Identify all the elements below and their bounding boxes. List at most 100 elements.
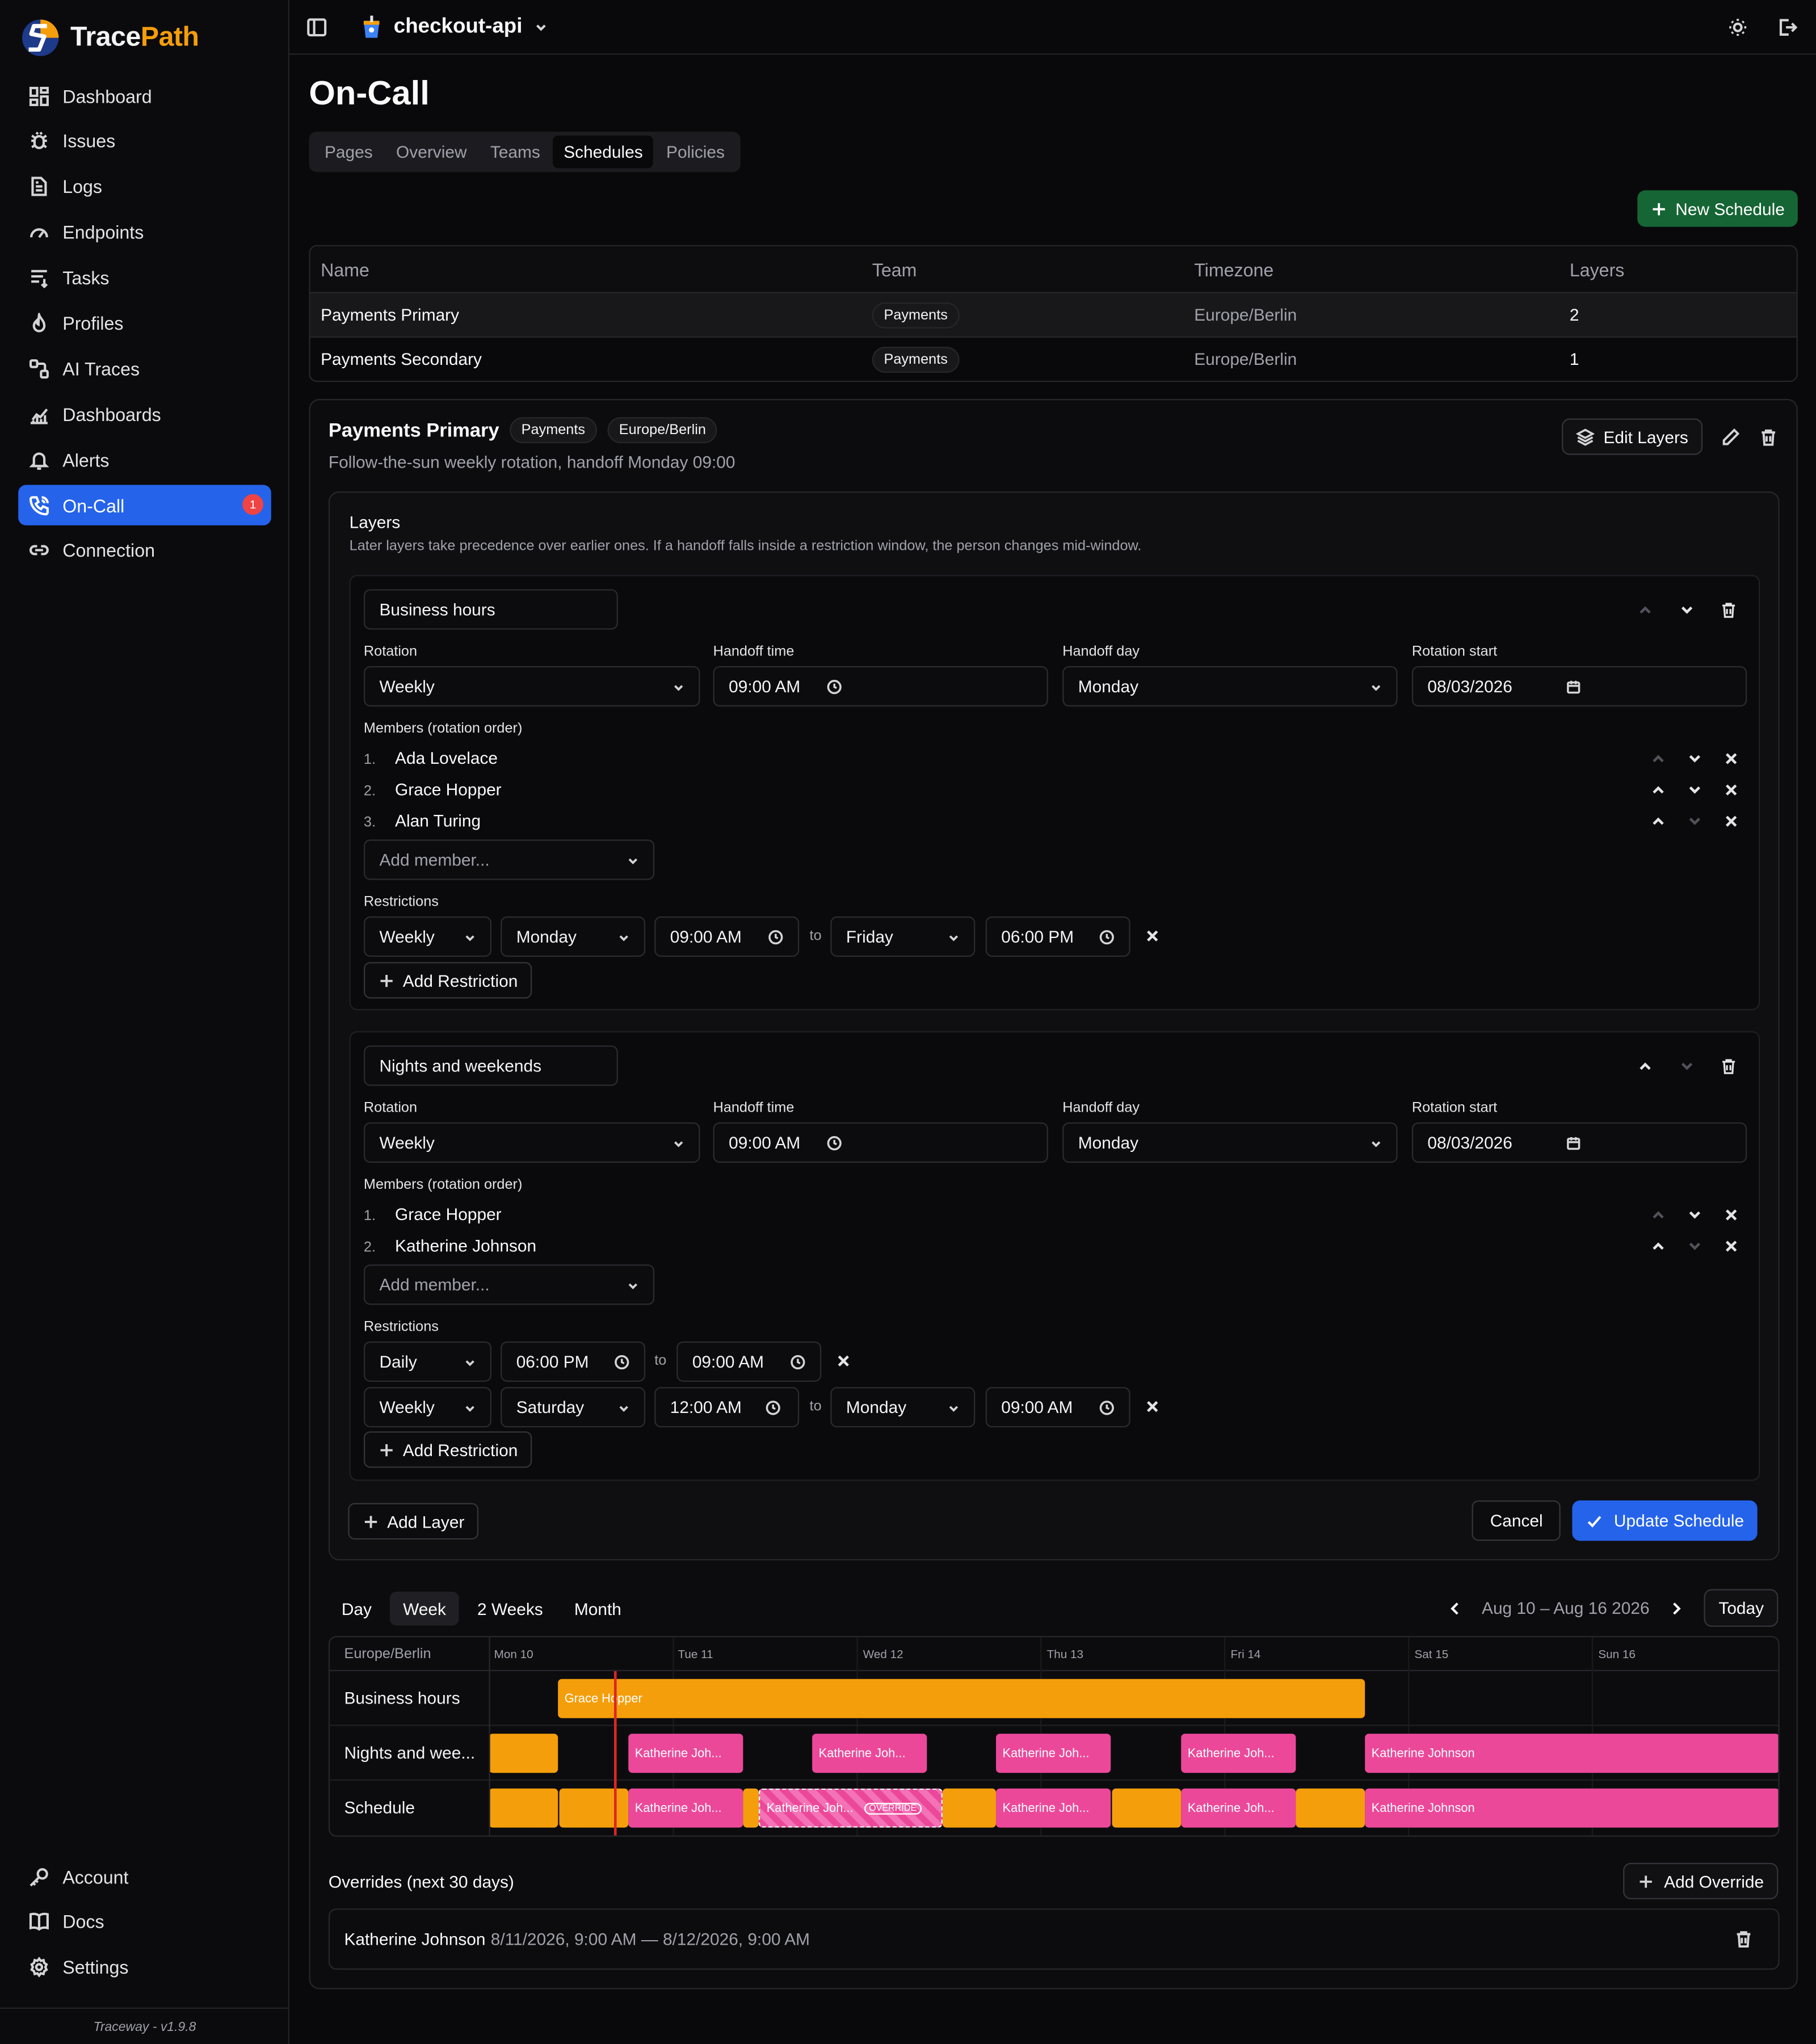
- add-override-button[interactable]: Add Override: [1623, 1862, 1779, 1900]
- rotation-start-input[interactable]: 08/03/2026: [1411, 666, 1747, 707]
- restriction-start-time-input[interactable]: 09:00 AM: [654, 916, 800, 957]
- rotation-select[interactable]: Weekly: [363, 1122, 700, 1163]
- sidebar-item-issues[interactable]: Issues: [18, 121, 271, 161]
- sidebar-item-connection[interactable]: Connection: [18, 531, 271, 571]
- sidebar-item-dashboard[interactable]: Dashboard: [18, 75, 271, 116]
- move-member-up-icon[interactable]: [1649, 781, 1667, 799]
- move-layer-down-icon[interactable]: [1678, 1057, 1696, 1075]
- view-2-weeks[interactable]: 2 Weeks: [464, 1592, 556, 1626]
- move-member-down-icon[interactable]: [1685, 1237, 1704, 1255]
- restriction-start-day-select[interactable]: Saturday: [501, 1387, 646, 1428]
- rotation-start-input[interactable]: 08/03/2026: [1411, 1122, 1747, 1163]
- tab-policies[interactable]: Policies: [656, 136, 735, 168]
- trash-icon[interactable]: [1759, 427, 1778, 446]
- move-member-down-icon[interactable]: [1685, 750, 1704, 768]
- handoff-time-input[interactable]: 09:00 AM: [713, 1122, 1048, 1163]
- shift-bar[interactable]: Katherine Joh...: [1181, 1734, 1296, 1773]
- sidebar-item-on-call[interactable]: On-Call 1: [18, 485, 271, 525]
- sidebar-toggle-icon[interactable]: [306, 16, 327, 37]
- restriction-frequency-select[interactable]: Weekly: [363, 916, 492, 957]
- chevron-right-icon[interactable]: [1668, 1599, 1686, 1617]
- sidebar-item-endpoints[interactable]: Endpoints: [18, 212, 271, 253]
- move-member-down-icon[interactable]: [1685, 1206, 1704, 1224]
- table-row[interactable]: Payments Primary Payments Europe/Berlin …: [310, 292, 1797, 337]
- move-layer-up-icon[interactable]: [1636, 601, 1654, 619]
- sidebar-item-docs[interactable]: Docs: [18, 1902, 271, 1942]
- view-week[interactable]: Week: [390, 1591, 459, 1626]
- remove-member-icon[interactable]: [1722, 781, 1741, 799]
- cancel-button[interactable]: Cancel: [1472, 1500, 1561, 1541]
- move-layer-up-icon[interactable]: [1636, 1057, 1654, 1075]
- remove-restriction-icon[interactable]: [1144, 1398, 1162, 1416]
- shift-bar[interactable]: [1296, 1788, 1365, 1828]
- remove-restriction-icon[interactable]: [834, 1352, 852, 1370]
- shift-bar[interactable]: Katherine Joh...: [628, 1788, 743, 1828]
- shift-bar[interactable]: Katherine Johnson: [1365, 1734, 1779, 1773]
- restriction-start-time-input[interactable]: 12:00 AM: [654, 1387, 800, 1428]
- override-bar[interactable]: Katherine Joh... OVERRIDE: [758, 1788, 943, 1828]
- shift-bar[interactable]: [1112, 1788, 1182, 1828]
- edit-layers-button[interactable]: Edit Layers: [1561, 418, 1703, 455]
- handoff-time-input[interactable]: 09:00 AM: [713, 666, 1048, 707]
- sidebar-item-account[interactable]: Account: [18, 1856, 271, 1896]
- logout-icon[interactable]: [1777, 17, 1798, 38]
- rotation-select[interactable]: Weekly: [363, 666, 700, 707]
- handoff-day-select[interactable]: Monday: [1062, 1122, 1398, 1163]
- sidebar-item-dashboards[interactable]: Dashboards: [18, 394, 271, 434]
- move-member-down-icon[interactable]: [1685, 812, 1704, 830]
- add-member-select[interactable]: Add member...: [363, 1264, 655, 1305]
- update-schedule-button[interactable]: Update Schedule: [1572, 1500, 1758, 1541]
- move-member-down-icon[interactable]: [1685, 781, 1704, 799]
- tab-schedules[interactable]: Schedules: [553, 135, 654, 169]
- restriction-frequency-select[interactable]: Weekly: [363, 1387, 492, 1428]
- remove-member-icon[interactable]: [1722, 812, 1741, 830]
- add-restriction-button[interactable]: Add Restriction: [363, 962, 532, 999]
- shift-bar[interactable]: [743, 1788, 759, 1828]
- remove-restriction-icon[interactable]: [1144, 927, 1162, 945]
- shift-bar[interactable]: Katherine Joh...: [996, 1788, 1111, 1828]
- shift-bar[interactable]: Katherine Joh...: [1181, 1788, 1296, 1828]
- shift-bar[interactable]: Grace Hopper: [558, 1679, 1365, 1718]
- move-member-up-icon[interactable]: [1649, 1206, 1667, 1224]
- restriction-start-day-select[interactable]: Monday: [501, 916, 646, 957]
- tab-pages[interactable]: Pages: [314, 136, 383, 168]
- move-member-up-icon[interactable]: [1649, 750, 1667, 768]
- shift-bar[interactable]: Katherine Joh...: [812, 1734, 927, 1773]
- shift-bar[interactable]: [489, 1788, 558, 1828]
- restriction-start-time-input[interactable]: 06:00 PM: [501, 1341, 646, 1382]
- remove-member-icon[interactable]: [1722, 1206, 1741, 1224]
- shift-bar[interactable]: Katherine Johnson: [1365, 1788, 1779, 1828]
- add-layer-button[interactable]: Add Layer: [348, 1503, 479, 1540]
- restriction-end-day-select[interactable]: Monday: [830, 1387, 976, 1428]
- sidebar-item-alerts[interactable]: Alerts: [18, 439, 271, 480]
- tab-teams[interactable]: Teams: [480, 136, 551, 168]
- new-schedule-button[interactable]: New Schedule: [1637, 190, 1798, 227]
- restriction-end-time-input[interactable]: 06:00 PM: [985, 916, 1130, 957]
- tab-overview[interactable]: Overview: [386, 136, 477, 168]
- shift-bar[interactable]: Katherine Joh...: [996, 1734, 1111, 1773]
- delete-layer-icon[interactable]: [1720, 1057, 1738, 1075]
- restriction-end-time-input[interactable]: 09:00 AM: [676, 1341, 822, 1382]
- theme-toggle-icon[interactable]: [1727, 17, 1748, 38]
- sidebar-item-logs[interactable]: Logs: [18, 167, 271, 207]
- trash-icon[interactable]: [1734, 1929, 1753, 1949]
- shift-bar[interactable]: [489, 1734, 558, 1773]
- layer-name-input[interactable]: Nights and weekends: [363, 1045, 618, 1086]
- layer-name-input[interactable]: Business hours: [363, 589, 618, 630]
- view-day[interactable]: Day: [329, 1592, 385, 1626]
- sidebar-item-profiles[interactable]: Profiles: [18, 303, 271, 343]
- restriction-end-day-select[interactable]: Friday: [830, 916, 976, 957]
- project-switcher[interactable]: checkout-api: [360, 14, 548, 40]
- table-row[interactable]: Payments Secondary Payments Europe/Berli…: [310, 336, 1797, 381]
- handoff-day-select[interactable]: Monday: [1062, 666, 1398, 707]
- remove-member-icon[interactable]: [1722, 1237, 1741, 1255]
- restriction-frequency-select[interactable]: Daily: [363, 1341, 492, 1382]
- sidebar-item-settings[interactable]: Settings: [18, 1948, 271, 1988]
- delete-layer-icon[interactable]: [1720, 601, 1738, 619]
- pencil-icon[interactable]: [1721, 427, 1740, 446]
- shift-bar[interactable]: [559, 1788, 629, 1828]
- move-member-up-icon[interactable]: [1649, 812, 1667, 830]
- restriction-end-time-input[interactable]: 09:00 AM: [985, 1387, 1130, 1428]
- sidebar-item-tasks[interactable]: Tasks: [18, 258, 271, 298]
- view-month[interactable]: Month: [561, 1592, 634, 1626]
